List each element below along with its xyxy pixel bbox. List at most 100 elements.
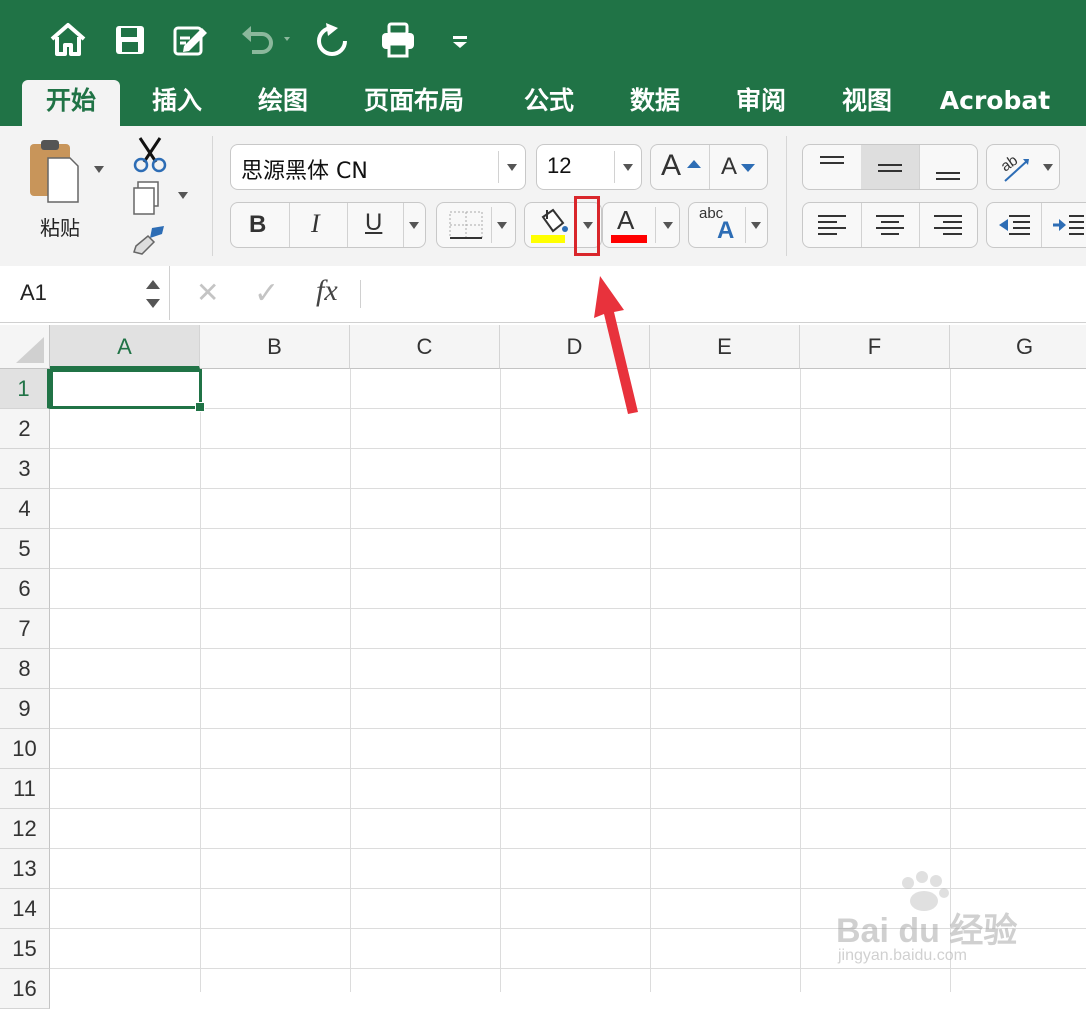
tab-acrobat[interactable]: Acrobat <box>936 80 1054 126</box>
tab-review[interactable]: 审阅 <box>722 80 800 126</box>
column-header-f[interactable]: F <box>800 325 950 369</box>
align-middle-button[interactable] <box>861 145 920 189</box>
name-box-value: A1 <box>20 280 47 305</box>
font-color-glyph: A <box>617 205 635 235</box>
align-bottom-icon <box>936 172 960 180</box>
tab-data[interactable]: 数据 <box>616 80 694 126</box>
phonetic-guide-button[interactable]: abc A <box>688 202 768 248</box>
align-bottom-button[interactable] <box>919 145 977 189</box>
column-header-g[interactable]: G <box>950 325 1086 369</box>
row-header-15[interactable]: 15 <box>0 929 50 969</box>
column-header-b[interactable]: B <box>200 325 350 369</box>
tab-view[interactable]: 视图 <box>828 80 906 126</box>
row-header-4[interactable]: 4 <box>0 489 50 529</box>
row-header-12[interactable]: 12 <box>0 809 50 849</box>
copy-button[interactable] <box>130 178 194 218</box>
name-box-stepper-icon[interactable] <box>144 274 162 314</box>
horizontal-align-group <box>802 202 978 248</box>
italic-button[interactable]: I <box>289 203 348 247</box>
shrink-font-button[interactable]: A <box>709 145 767 189</box>
formula-bar: A1 ✕ ✓ fx <box>0 266 1086 323</box>
row-header-16[interactable]: 16 <box>0 969 50 1009</box>
home-icon[interactable] <box>48 20 88 60</box>
cancel-entry-icon[interactable]: ✕ <box>196 276 219 309</box>
column-header-a[interactable]: A <box>50 325 200 369</box>
insert-function-button[interactable]: fx <box>316 274 338 308</box>
row-header-7[interactable]: 7 <box>0 609 50 649</box>
font-color-button[interactable]: A <box>602 202 680 248</box>
grow-font-glyph: A <box>661 149 682 182</box>
format-painter-icon[interactable] <box>130 222 170 258</box>
decrease-indent-button[interactable] <box>987 203 1042 247</box>
align-left-button[interactable] <box>803 203 862 247</box>
customize-toolbar-icon[interactable] <box>440 20 480 60</box>
row-header-10[interactable]: 10 <box>0 729 50 769</box>
cut-icon[interactable] <box>130 134 170 174</box>
divider <box>360 280 361 308</box>
divider <box>491 207 492 243</box>
divider <box>745 207 746 243</box>
row-header-2[interactable]: 2 <box>0 409 50 449</box>
row-header-14[interactable]: 14 <box>0 889 50 929</box>
italic-glyph: I <box>311 209 320 238</box>
save-icon[interactable] <box>110 20 150 60</box>
orientation-button[interactable]: ab <box>986 144 1060 190</box>
borders-icon <box>449 211 483 239</box>
chevron-down-icon <box>623 164 633 171</box>
watermark-brand: Bai du 经验 <box>836 912 1018 950</box>
vertical-align-group <box>802 144 978 190</box>
name-box[interactable]: A1 <box>0 266 170 320</box>
fill-handle[interactable] <box>195 402 205 412</box>
edit-document-icon[interactable] <box>170 20 210 60</box>
increase-indent-button[interactable] <box>1041 203 1086 247</box>
font-name-value: 思源黑体 CN <box>241 159 368 184</box>
row-header-1[interactable]: 1 <box>0 369 50 409</box>
row-header-3[interactable]: 3 <box>0 449 50 489</box>
align-top-button[interactable] <box>803 145 862 189</box>
formula-input[interactable] <box>372 272 1072 314</box>
redo-icon[interactable] <box>314 20 354 60</box>
tab-insert[interactable]: 插入 <box>138 80 216 126</box>
font-size-select[interactable]: 12 <box>536 144 642 190</box>
borders-button[interactable] <box>436 202 516 248</box>
select-all-button[interactable] <box>0 325 50 369</box>
tab-formulas[interactable]: 公式 <box>510 80 588 126</box>
shrink-font-glyph: A <box>721 153 738 180</box>
tab-page-layout[interactable]: 页面布局 <box>350 80 478 126</box>
print-icon[interactable] <box>378 20 418 60</box>
grow-font-button[interactable]: A <box>651 145 710 189</box>
worksheet-grid[interactable]: ABCDEFG 1 2 3 4 5 6 7 8 9 10 11 12 13 14 15 16 Bai du 经… <box>0 325 1086 1009</box>
undo-icon[interactable] <box>238 20 298 60</box>
chevron-down-icon[interactable] <box>409 222 419 229</box>
underline-button[interactable]: U <box>347 203 404 247</box>
increase-indent-icon <box>1053 215 1084 235</box>
row-header-9[interactable]: 9 <box>0 689 50 729</box>
chevron-down-icon <box>497 222 507 229</box>
row-header-13[interactable]: 13 <box>0 849 50 889</box>
font-name-select[interactable]: 思源黑体 CN <box>230 144 526 190</box>
tab-draw[interactable]: 绘图 <box>244 80 322 126</box>
chevron-down-icon <box>751 222 761 229</box>
align-right-button[interactable] <box>919 203 977 247</box>
row-header-8[interactable]: 8 <box>0 649 50 689</box>
paste-label: 粘贴 <box>40 216 80 240</box>
svg-text:ab: ab <box>998 152 1021 175</box>
ribbon-tabs: 开始 插入 绘图 页面布局 公式 数据 审阅 视图 Acrobat <box>0 80 1086 126</box>
quick-access-toolbar <box>0 0 1086 80</box>
align-center-icon <box>876 215 904 235</box>
underline-glyph: U <box>365 209 383 236</box>
column-header-e[interactable]: E <box>650 325 800 369</box>
row-header-5[interactable]: 5 <box>0 529 50 569</box>
enter-entry-icon[interactable]: ✓ <box>254 276 279 311</box>
text-orientation-icon: ab <box>998 152 1029 182</box>
row-header-11[interactable]: 11 <box>0 769 50 809</box>
bold-button[interactable]: B <box>231 203 290 247</box>
selected-cell[interactable] <box>50 369 205 412</box>
annotation-arrow <box>594 276 638 414</box>
align-center-button[interactable] <box>861 203 920 247</box>
divider <box>655 207 656 243</box>
fill-color-swatch <box>531 235 565 243</box>
row-header-6[interactable]: 6 <box>0 569 50 609</box>
tab-home[interactable]: 开始 <box>22 80 120 126</box>
column-header-c[interactable]: C <box>350 325 500 369</box>
